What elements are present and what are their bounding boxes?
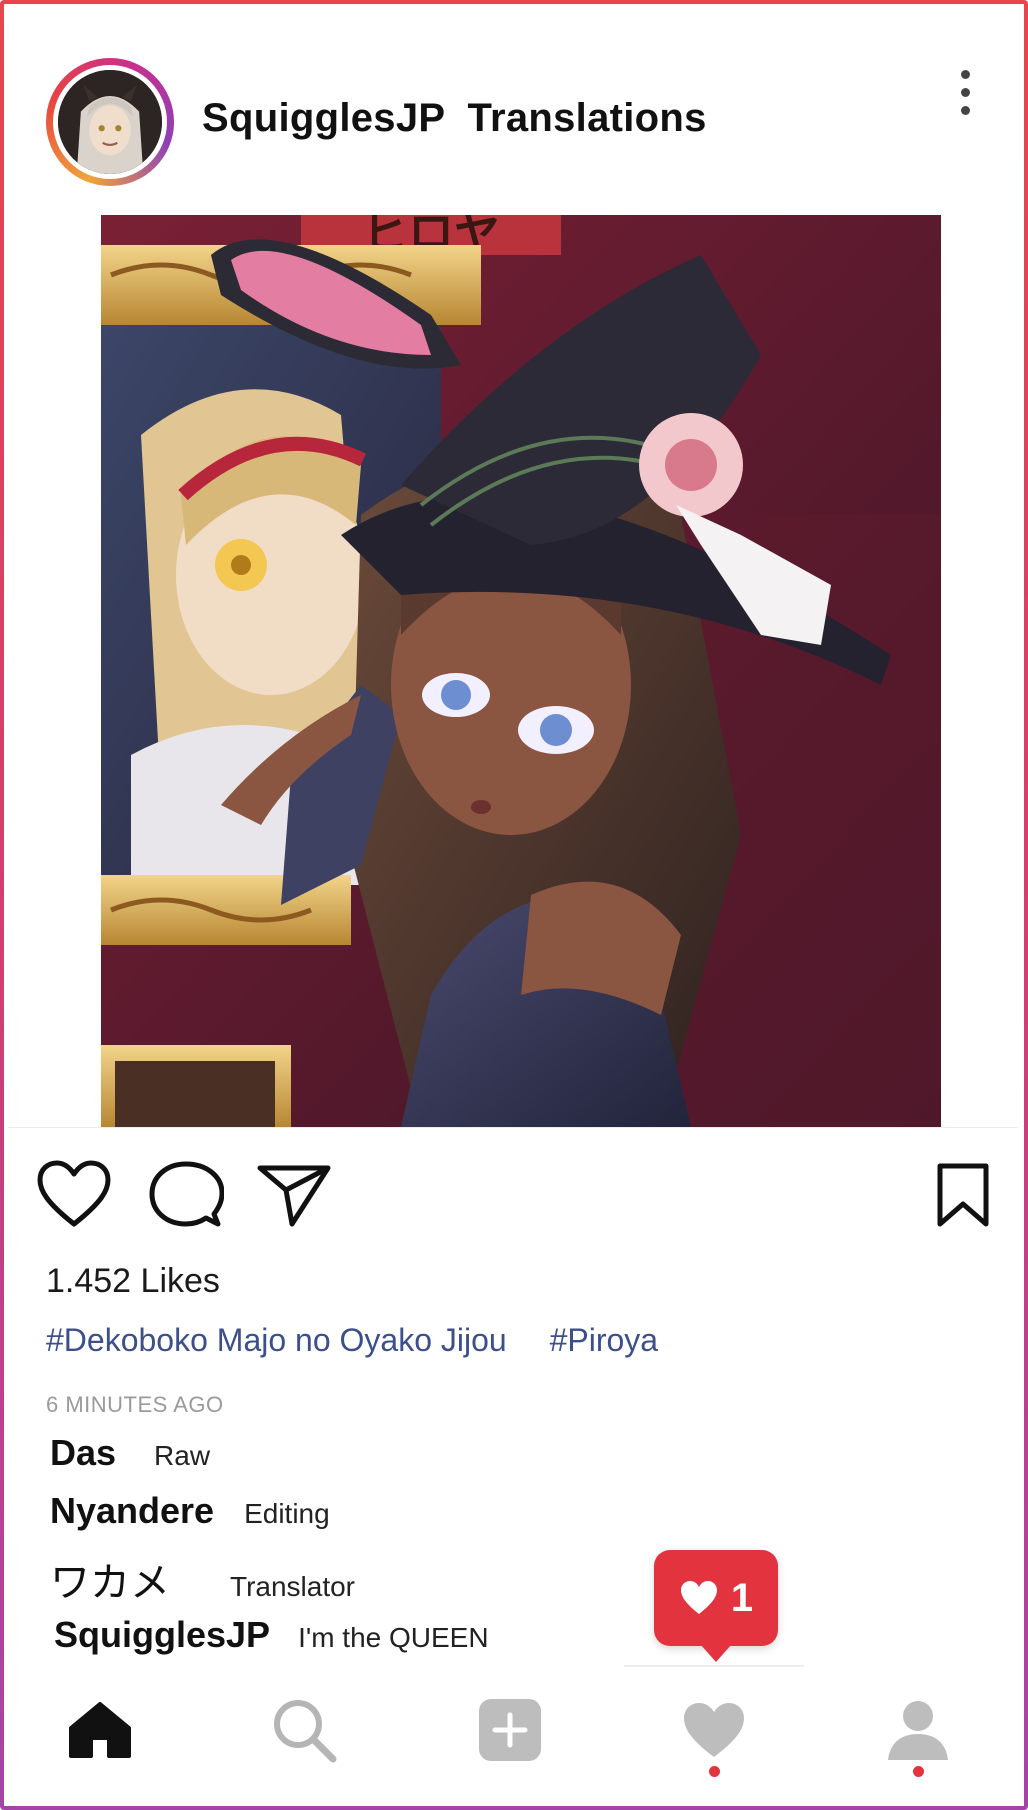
credit-name[interactable]: ワカメ <box>50 1561 170 1605</box>
credit-name[interactable]: Nyandere <box>50 1490 214 1531</box>
credit-role: Editing <box>244 1498 330 1529</box>
credit-line: ワカメ Translator <box>50 1550 355 1608</box>
comment-bubble-icon[interactable] <box>148 1160 225 1230</box>
credit-line: Nyandere Editing <box>50 1490 330 1532</box>
credit-line: Das Raw <box>50 1432 210 1474</box>
notification-underline <box>624 1665 804 1667</box>
post-image[interactable]: ヒロヤ <box>101 215 941 1127</box>
bookmark-icon[interactable] <box>930 1160 996 1230</box>
avatar-image <box>58 70 162 174</box>
activity-indicator-dot <box>709 1766 720 1777</box>
post-timestamp: 6 MINUTES AGO <box>46 1392 224 1417</box>
activity-heart-icon[interactable] <box>674 1690 754 1770</box>
paper-plane-icon[interactable] <box>256 1160 332 1230</box>
search-icon[interactable] <box>264 1690 344 1770</box>
credit-line: SquigglesJP I'm the QUEEN <box>54 1614 489 1656</box>
add-post-icon[interactable] <box>470 1690 550 1770</box>
notification-count: 1 <box>730 1575 754 1620</box>
profile-indicator-dot <box>913 1766 924 1777</box>
credit-role: I'm the QUEEN <box>298 1622 489 1653</box>
heart-outline-icon[interactable] <box>36 1160 112 1230</box>
home-icon[interactable] <box>60 1690 140 1770</box>
hashtags: #Dekoboko Majo no Oyako Jijou #Piroya <box>46 1322 692 1359</box>
likes-count[interactable]: 1.452 Likes <box>46 1262 220 1301</box>
hashtag-link[interactable]: #Dekoboko Majo no Oyako Jijou <box>46 1322 507 1358</box>
credit-name[interactable]: SquigglesJP <box>54 1614 270 1655</box>
profile-avatar[interactable] <box>46 58 174 186</box>
account-name[interactable]: SquigglesJP Translations <box>202 96 707 141</box>
hashtag-link[interactable]: #Piroya <box>550 1322 659 1358</box>
credit-role: Raw <box>154 1440 211 1471</box>
post-divider <box>8 1127 1018 1128</box>
notification-bubble[interactable]: 1 <box>654 1550 778 1662</box>
profile-icon[interactable] <box>878 1690 958 1770</box>
credit-role: Translator <box>230 1571 356 1602</box>
heart-icon <box>680 1581 717 1614</box>
credit-name[interactable]: Das <box>50 1432 116 1473</box>
more-options-icon[interactable] <box>955 70 975 126</box>
